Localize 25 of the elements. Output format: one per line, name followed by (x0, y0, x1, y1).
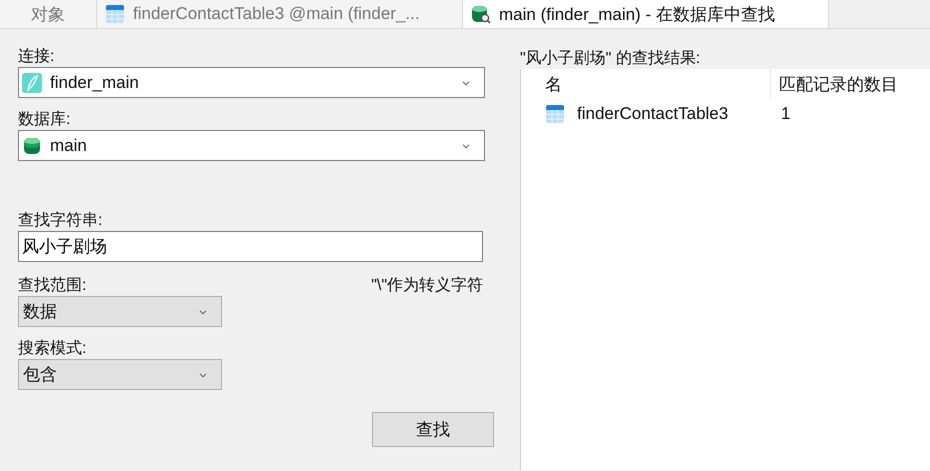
search-field[interactable]: 风小子剧场 (18, 231, 483, 262)
find-button[interactable]: 查找 (372, 412, 494, 447)
field-label: 数据库: (18, 110, 72, 130)
tab[interactable]: 对象 (0, 0, 97, 28)
dropdown[interactable]: 包含 (18, 359, 222, 390)
field-label: 连接: (18, 47, 56, 67)
feather-icon (22, 72, 42, 92)
column-header[interactable]: 匹配记录的数目 (771, 69, 930, 99)
database-search-icon (471, 4, 491, 24)
field-label: 查找范围: (18, 276, 86, 296)
field-label: 搜索模式: (18, 339, 88, 359)
table-cell: 1 (781, 104, 790, 124)
table-icon (105, 4, 125, 24)
dropdown[interactable]: finder_main (18, 67, 485, 98)
tab[interactable]: finderContactTable3 @main (finder_... (97, 0, 463, 28)
dropdown[interactable]: main (18, 130, 485, 161)
dropdown[interactable]: 数据 (18, 296, 222, 327)
table-icon (545, 104, 565, 124)
tab[interactable]: main (finder_main) - 在数据库中查找 (463, 0, 829, 28)
escape-note: "\"作为转义字符 (371, 276, 483, 296)
results-title: "风小子剧场" 的查找结果: (520, 49, 702, 69)
database-icon (22, 136, 42, 156)
field-label: 查找字符串: (18, 211, 104, 231)
column-header[interactable]: 名 (521, 69, 771, 99)
table-cell: finderContactTable3 (577, 104, 728, 124)
